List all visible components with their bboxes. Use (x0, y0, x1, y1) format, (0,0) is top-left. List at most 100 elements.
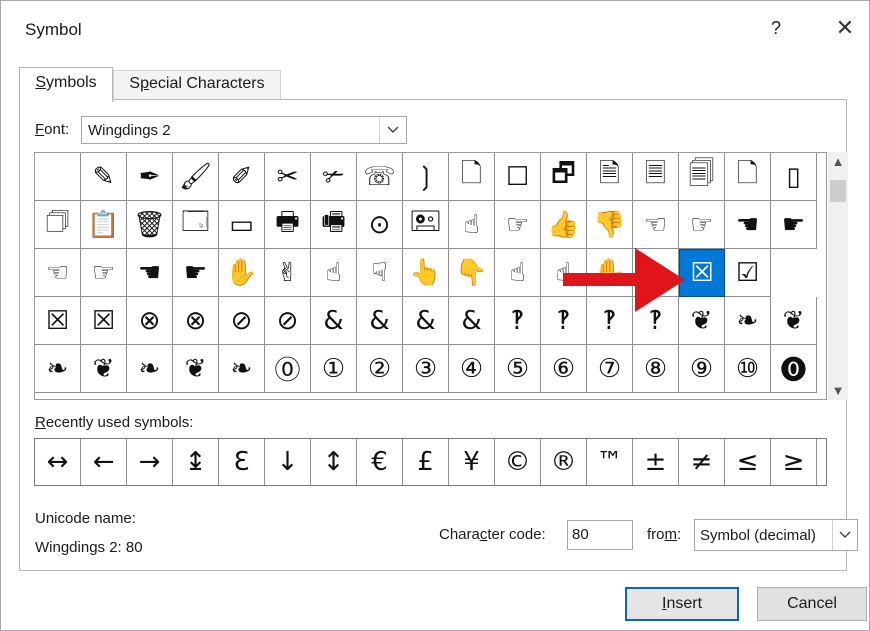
symbol-cell[interactable]: ❦ (81, 345, 127, 393)
symbol-cell[interactable]: ☑ (725, 249, 771, 297)
symbol-cell[interactable]: 👇 (449, 249, 495, 297)
symbol-cell[interactable]: 🖭 (403, 201, 449, 249)
character-code-input[interactable]: 80 (567, 520, 633, 550)
symbol-cell[interactable]: ① (311, 345, 357, 393)
symbol-cell[interactable]: 🗋 (725, 153, 771, 201)
symbol-cell[interactable]: ✌ (265, 249, 311, 297)
recent-symbol-cell[interactable]: ® (541, 439, 587, 485)
recent-symbol-cell[interactable]: ← (81, 439, 127, 485)
cancel-button[interactable]: Cancel (757, 587, 867, 621)
symbol-cell[interactable]: ❦ (173, 345, 219, 393)
symbol-cell[interactable]: 🗇 (35, 201, 81, 249)
symbol-cell[interactable]: 🗗 (541, 153, 587, 201)
symbol-cell[interactable]: ✃ (311, 153, 357, 201)
symbol-cell[interactable]: ☛ (771, 201, 817, 249)
symbol-cell[interactable]: & (403, 297, 449, 345)
scroll-down-icon[interactable]: ▼ (828, 383, 848, 398)
symbol-cell[interactable]: ☟ (357, 249, 403, 297)
symbol-grid-scrollbar[interactable]: ▲ ▼ (828, 152, 848, 400)
scroll-up-icon[interactable]: ▲ (828, 154, 848, 169)
recent-symbol-cell[interactable]: ↔ (35, 439, 81, 485)
symbol-cell[interactable]: ✐ (219, 153, 265, 201)
symbol-cell[interactable]: ☒ (35, 297, 81, 345)
symbol-cell[interactable]: ⓿ (771, 345, 817, 393)
symbol-cell[interactable]: ▭ (219, 201, 265, 249)
chevron-down-icon[interactable] (379, 117, 406, 143)
symbol-cell[interactable]: 👎 (587, 201, 633, 249)
tab-symbols[interactable]: Symbols (19, 67, 113, 102)
symbol-cell[interactable]: ✂ (265, 153, 311, 201)
symbol-cell[interactable]: ☞ (679, 201, 725, 249)
symbol-cell[interactable]: 🗏 (633, 153, 679, 201)
symbol-cell[interactable]: ✋ (219, 249, 265, 297)
symbol-cell[interactable]: 🗐 (679, 153, 725, 201)
symbol-cell[interactable]: ⊗ (127, 297, 173, 345)
symbol-cell[interactable]: 🗔 (173, 201, 219, 249)
recent-symbol-cell[interactable]: © (495, 439, 541, 485)
symbol-cell[interactable]: ☝ (495, 249, 541, 297)
recent-symbol-cell[interactable]: £ (403, 439, 449, 485)
tab-special-characters[interactable]: Special Characters (113, 70, 281, 99)
symbol-cell[interactable]: ✒ (127, 153, 173, 201)
symbol-cell[interactable]: ⑦ (587, 345, 633, 393)
symbol-cell[interactable]: ❧ (219, 345, 265, 393)
symbol-cell[interactable]: ③ (403, 345, 449, 393)
symbol-cell[interactable]: 🖌 (173, 153, 219, 201)
symbol-cell[interactable]: ❧ (35, 345, 81, 393)
symbol-cell[interactable]: 👍 (541, 201, 587, 249)
symbol-cell[interactable]: & (311, 297, 357, 345)
symbol-cell[interactable]: ☚ (127, 249, 173, 297)
recent-symbol-cell[interactable]: ↕ (311, 439, 357, 485)
symbol-cell[interactable]: ☛ (173, 249, 219, 297)
recent-symbol-cell[interactable]: ≥ (771, 439, 817, 485)
font-select[interactable]: Wingdings 2 (81, 116, 407, 144)
symbol-cell[interactable]: ☏ (357, 153, 403, 201)
symbol-cell[interactable]: ⊘ (219, 297, 265, 345)
symbol-cell[interactable]: & (357, 297, 403, 345)
symbol-cell[interactable]: & (449, 297, 495, 345)
symbol-cell[interactable]: ☜ (35, 249, 81, 297)
symbol-cell[interactable]: ☞ (495, 201, 541, 249)
symbol-cell[interactable]: 🗎 (587, 153, 633, 201)
symbol-cell[interactable]: ☒ (81, 297, 127, 345)
symbol-cell[interactable]: ⑩ (725, 345, 771, 393)
symbol-cell[interactable]: 🗋 (449, 153, 495, 201)
symbol-cell[interactable]: ⑨ (679, 345, 725, 393)
symbol-cell[interactable]: ☞ (81, 249, 127, 297)
close-icon[interactable]: ✕ (831, 15, 859, 41)
insert-button[interactable]: Insert (625, 587, 739, 621)
symbol-cell[interactable]: ⑤ (495, 345, 541, 393)
symbol-cell[interactable]: ☐ (495, 153, 541, 201)
recent-symbol-cell[interactable]: ≤ (725, 439, 771, 485)
symbol-cell[interactable]: ✎ (81, 153, 127, 201)
symbol-cell[interactable]: ☝ (311, 249, 357, 297)
symbol-cell[interactable]: ⓪ (265, 345, 311, 393)
from-select[interactable]: Symbol (decimal) (694, 519, 858, 551)
symbol-cell[interactable]: 👆 (403, 249, 449, 297)
recent-symbol-cell[interactable]: Ɛ (219, 439, 265, 485)
symbol-cell[interactable]: ⑥ (541, 345, 587, 393)
symbol-cell[interactable]: ❧ (127, 345, 173, 393)
symbol-cell[interactable]: ② (357, 345, 403, 393)
scrollbar-thumb[interactable] (830, 180, 846, 202)
recent-symbol-cell[interactable]: ¥ (449, 439, 495, 485)
recent-symbol-cell[interactable]: ↨ (173, 439, 219, 485)
symbol-cell[interactable]: ⑧ (633, 345, 679, 393)
recent-symbol-cell[interactable]: ≠ (679, 439, 725, 485)
recent-symbol-cell[interactable]: ↓ (265, 439, 311, 485)
symbol-cell[interactable]: ▯ (771, 153, 817, 201)
symbol-cell[interactable]: ❳ (403, 153, 449, 201)
symbol-cell[interactable] (35, 153, 81, 201)
symbol-cell[interactable]: 📋 (81, 201, 127, 249)
recent-symbol-cell[interactable]: ± (633, 439, 679, 485)
chevron-down-icon[interactable] (832, 520, 857, 550)
symbol-cell[interactable]: ❦ (771, 297, 817, 345)
help-button[interactable]: ? (766, 18, 786, 39)
recent-symbol-cell[interactable]: € (357, 439, 403, 485)
symbol-cell[interactable]: ④ (449, 345, 495, 393)
symbol-cell[interactable]: ⊗ (173, 297, 219, 345)
symbol-cell[interactable]: ❧ (725, 297, 771, 345)
symbol-cell[interactable]: ☚ (725, 201, 771, 249)
symbol-cell[interactable]: 🖶 (265, 201, 311, 249)
symbol-cell[interactable]: ‽ (495, 297, 541, 345)
